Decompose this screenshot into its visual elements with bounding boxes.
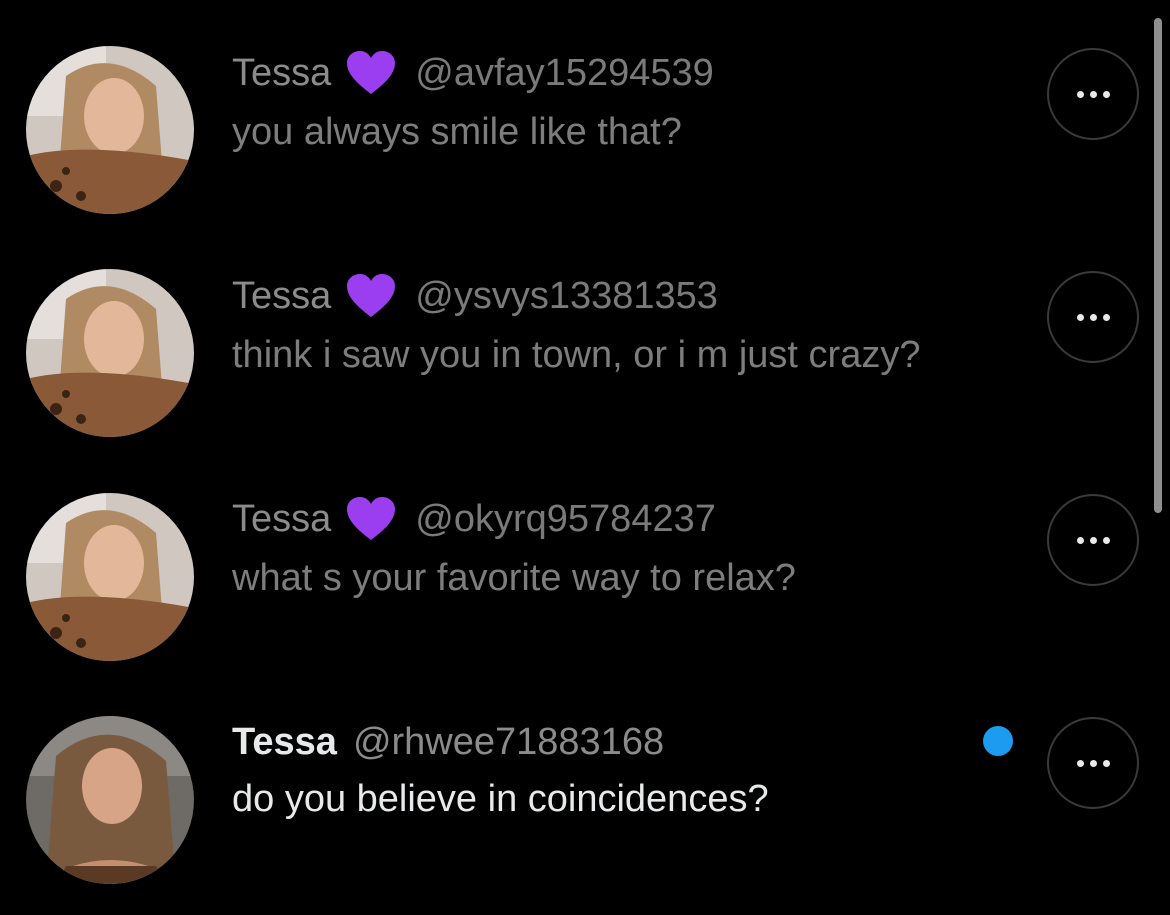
message-preview: think i saw you in town, or i m just cra… — [232, 334, 921, 376]
name-line: Tessa @rhwee71883168 — [232, 717, 952, 767]
display-name: Tessa — [232, 498, 332, 540]
message-preview: you always smile like that? — [232, 111, 682, 153]
avatar[interactable] — [26, 269, 194, 437]
scrollbar[interactable] — [1154, 18, 1162, 513]
conversation-text: Tessa @ysvys13381353 think i saw you in … — [232, 271, 922, 384]
more-options-button[interactable] — [1047, 717, 1139, 809]
avatar-image — [26, 46, 194, 214]
ellipsis-icon — [1076, 313, 1110, 321]
message-preview: what s your favorite way to relax? — [232, 557, 796, 599]
more-options-button[interactable] — [1047, 48, 1139, 140]
conversation-text: Tessa @avfay15294539 you always smile li… — [232, 48, 952, 161]
display-name: Tessa — [232, 52, 332, 94]
more-options-button[interactable] — [1047, 271, 1139, 363]
name-line: Tessa @ysvys13381353 — [232, 271, 922, 321]
user-handle: @ysvys13381353 — [415, 275, 718, 317]
avatar[interactable] — [26, 716, 194, 884]
avatar[interactable] — [26, 493, 194, 661]
ellipsis-icon — [1076, 90, 1110, 98]
more-options-button[interactable] — [1047, 494, 1139, 586]
purple-heart-icon — [345, 50, 397, 96]
avatar-image — [26, 493, 194, 661]
display-name: Tessa — [232, 721, 337, 763]
purple-heart-icon — [345, 496, 397, 542]
name-line: Tessa @avfay15294539 — [232, 48, 952, 98]
user-handle: @okyrq95784237 — [415, 498, 716, 540]
purple-heart-icon — [345, 273, 397, 319]
conversation-text: Tessa @rhwee71883168 do you believe in c… — [232, 717, 952, 828]
name-line: Tessa @okyrq95784237 — [232, 494, 952, 544]
avatar-image — [26, 269, 194, 437]
ellipsis-icon — [1076, 536, 1110, 544]
user-handle: @rhwee71883168 — [352, 721, 665, 763]
ellipsis-icon — [1076, 759, 1110, 767]
unread-indicator — [983, 726, 1013, 756]
conversation-text: Tessa @okyrq95784237 what s your favorit… — [232, 494, 952, 607]
display-name: Tessa — [232, 275, 332, 317]
avatar[interactable] — [26, 46, 194, 214]
avatar-image — [26, 716, 194, 884]
user-handle: @avfay15294539 — [415, 52, 714, 94]
message-preview: do you believe in coincidences? — [232, 778, 769, 820]
